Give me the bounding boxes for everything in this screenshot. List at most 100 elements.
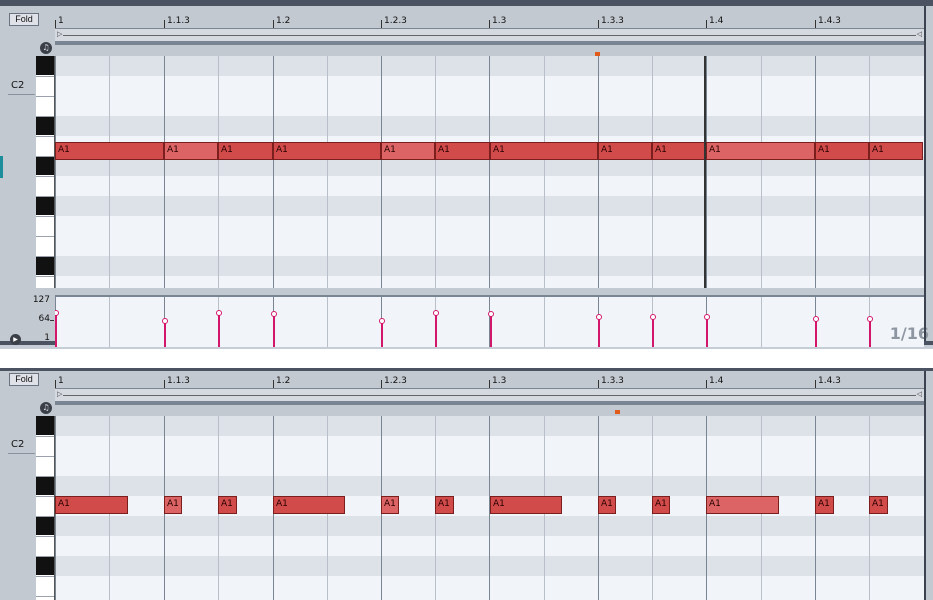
midi-note[interactable]: A1 — [273, 142, 381, 160]
velocity-handle[interactable] — [596, 314, 602, 320]
key-divider — [36, 556, 54, 557]
velocity-mid-label: 64 — [38, 314, 50, 324]
grid-line-beat — [55, 56, 56, 288]
velocity-mid-tick — [50, 320, 54, 321]
grid-line-beat — [815, 56, 816, 288]
loop-start-icon[interactable]: ▷ — [57, 390, 62, 398]
velocity-stem[interactable] — [381, 321, 383, 347]
midi-clip-editor-bottom: Fold ♫ C2 1 1.1.3 1.2 1.2.3 1.3 1.3.3 1.4 1.4.3… — [0, 368, 933, 600]
midi-note[interactable]: A1 — [381, 496, 399, 514]
midi-note[interactable]: A1 — [273, 496, 345, 514]
velocity-stem[interactable] — [652, 317, 654, 347]
velocity-handle[interactable] — [813, 316, 819, 322]
midi-note[interactable]: A1 — [164, 496, 182, 514]
velocity-handle[interactable] — [488, 311, 494, 317]
note-grid[interactable]: A1 A1 A1 A1 A1 A1 A1 A1 A1 A1 A1 A1 — [55, 416, 924, 600]
key-divider — [36, 156, 54, 157]
velocity-handle[interactable] — [433, 310, 439, 316]
midi-note[interactable]: A1 — [598, 142, 652, 160]
velocity-handle[interactable] — [55, 310, 59, 316]
black-key[interactable] — [36, 116, 54, 135]
grid-line-sixteenth — [109, 56, 110, 288]
velocity-handle[interactable] — [704, 314, 710, 320]
black-key[interactable] — [36, 556, 54, 575]
midi-note[interactable]: A1 — [869, 496, 888, 514]
piano-keyboard[interactable] — [36, 416, 55, 600]
ruler-label: 1.2.3 — [384, 16, 407, 26]
ruler-label: 1 — [58, 376, 64, 386]
velocity-stem[interactable] — [490, 314, 492, 347]
right-edge — [924, 6, 926, 341]
velocity-handle[interactable] — [216, 310, 222, 316]
black-key[interactable] — [36, 256, 54, 275]
black-key[interactable] — [36, 516, 54, 535]
velocity-stem[interactable] — [815, 319, 817, 347]
velocity-handle[interactable] — [162, 318, 168, 324]
midi-note[interactable]: A1 — [706, 142, 815, 160]
loop-end-icon[interactable]: ◁ — [917, 30, 922, 38]
midi-note[interactable]: A1 — [652, 496, 670, 514]
velocity-handle[interactable] — [650, 314, 656, 320]
midi-note[interactable]: A1 — [435, 142, 490, 160]
key-divider — [36, 536, 54, 537]
grid-line-sixteenth — [327, 56, 328, 288]
black-key[interactable] — [36, 196, 54, 215]
note-grid[interactable]: A1 A1 A1 A1 A1 A1 A1 A1 A1 A1 A1 A1 — [55, 56, 924, 288]
grid-line-beat — [273, 56, 274, 288]
midi-note[interactable]: A1 — [164, 142, 218, 160]
loop-line — [63, 35, 916, 36]
loop-brace[interactable]: ▷ ◁ — [55, 28, 924, 45]
ruler-label: 1.1.3 — [167, 376, 190, 386]
midi-note[interactable]: A1 — [218, 142, 273, 160]
loop-brace[interactable]: ▷ ◁ — [55, 388, 924, 405]
key-label-c2: C2 — [11, 439, 25, 450]
piano-keyboard[interactable] — [36, 56, 55, 288]
midi-note[interactable]: A1 — [652, 142, 705, 160]
midi-note[interactable]: A1 — [815, 496, 834, 514]
grid-line-beat — [164, 56, 165, 288]
headphone-preview-icon[interactable]: ♫ — [40, 42, 52, 54]
ruler-label: 1.2 — [276, 16, 291, 26]
key-divider — [36, 76, 54, 77]
midi-note[interactable]: A1 — [706, 496, 779, 514]
velocity-stem[interactable] — [218, 313, 220, 347]
key-divider — [36, 196, 54, 197]
velocity-stem[interactable] — [435, 313, 437, 347]
velocity-handle[interactable] — [379, 318, 385, 324]
key-divider — [36, 476, 54, 477]
midi-note[interactable]: A1 — [55, 142, 164, 160]
velocity-stem[interactable] — [273, 314, 275, 347]
fold-button[interactable]: Fold — [9, 373, 39, 386]
fold-button[interactable]: Fold — [9, 13, 39, 26]
midi-note[interactable]: A1 — [218, 496, 237, 514]
velocity-stem[interactable] — [164, 321, 166, 347]
midi-note[interactable]: A1 — [490, 496, 562, 514]
velocity-editor[interactable] — [55, 295, 924, 347]
loop-end-icon[interactable]: ◁ — [917, 390, 922, 398]
velocity-stem[interactable] — [869, 319, 871, 347]
loop-start-icon[interactable]: ▷ — [57, 30, 62, 38]
midi-note[interactable]: A1 — [381, 142, 435, 160]
velocity-stem[interactable] — [598, 317, 600, 347]
midi-note[interactable]: A1 — [55, 496, 128, 514]
velocity-handle[interactable] — [271, 311, 277, 317]
velocity-stem[interactable] — [706, 317, 708, 347]
grid-line-sixteenth — [761, 56, 762, 288]
midi-note[interactable]: A1 — [435, 496, 454, 514]
velocity-handle[interactable] — [867, 316, 873, 322]
insert-marker-bar[interactable] — [55, 41, 924, 45]
headphone-preview-icon[interactable]: ♫ — [40, 402, 52, 414]
midi-note[interactable]: A1 — [869, 142, 923, 160]
black-key[interactable] — [36, 476, 54, 495]
black-key[interactable] — [36, 416, 54, 435]
preview-play-icon[interactable]: ▶ — [10, 334, 21, 345]
midi-note[interactable]: A1 — [815, 142, 869, 160]
velocity-stem[interactable] — [55, 313, 57, 347]
black-key[interactable] — [36, 156, 54, 175]
velocity-min-label: 1 — [44, 333, 50, 343]
insert-marker-bar[interactable] — [55, 401, 924, 405]
start-marker[interactable] — [615, 410, 620, 414]
midi-note[interactable]: A1 — [490, 142, 598, 160]
black-key[interactable] — [36, 56, 54, 75]
midi-note[interactable]: A1 — [598, 496, 616, 514]
